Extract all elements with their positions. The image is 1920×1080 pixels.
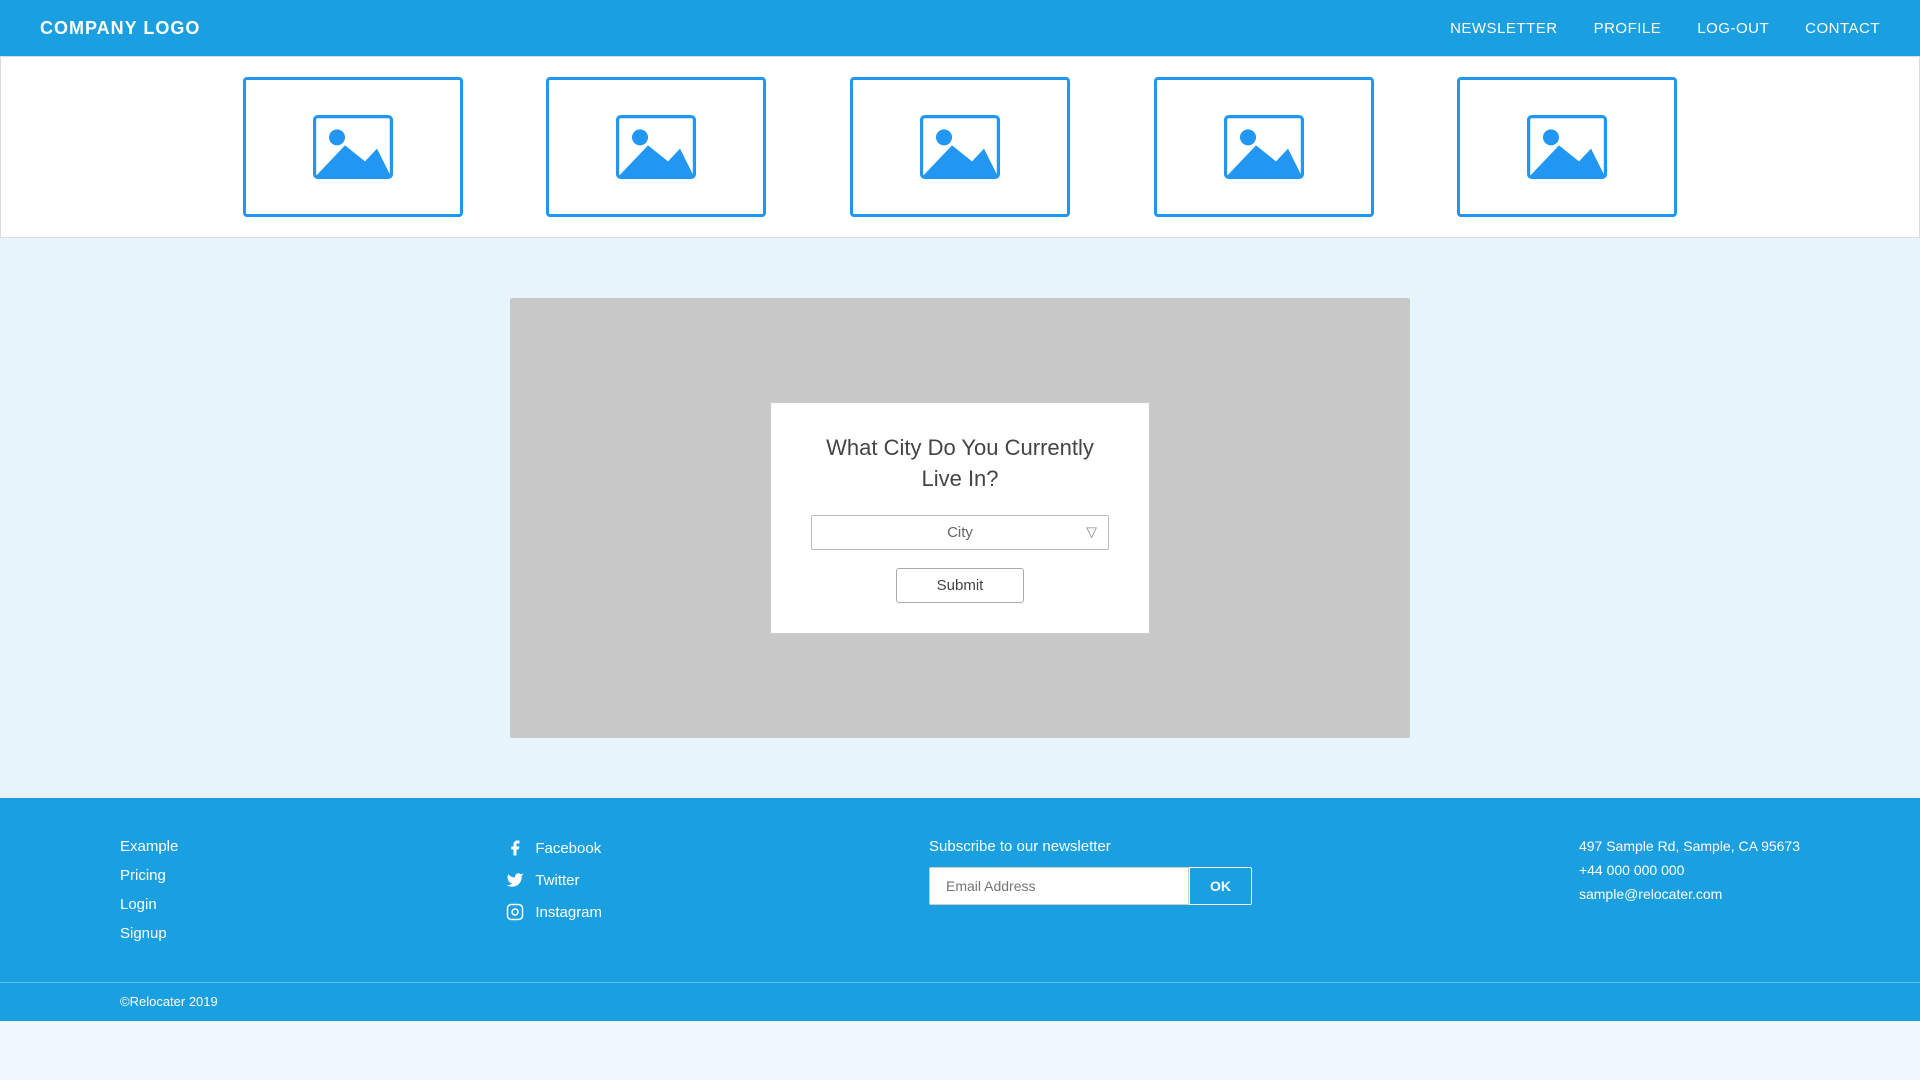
footer: Example Pricing Login Signup Facebook Tw… (0, 798, 1920, 1021)
newsletter-heading: Subscribe to our newsletter (929, 838, 1252, 855)
footer-link-signup[interactable]: Signup (120, 925, 178, 942)
footer-link-login[interactable]: Login (120, 896, 178, 913)
submit-button[interactable]: Submit (896, 568, 1025, 603)
nav-contact[interactable]: CONTACT (1805, 20, 1880, 37)
header: COMPANY LOGO NEWSLETTER PROFILE LOG-OUT … (0, 0, 1920, 56)
copyright: ©Relocater 2019 (120, 994, 218, 1009)
contact-info: 497 Sample Rd, Sample, CA 95673 +44 000 … (1579, 838, 1800, 902)
social-instagram[interactable]: Instagram (505, 902, 602, 922)
form-title: What City Do You Currently Live In? (811, 433, 1109, 495)
social-facebook[interactable]: Facebook (505, 838, 602, 858)
facebook-icon (505, 838, 525, 858)
instagram-label: Instagram (535, 904, 602, 921)
image-placeholder-1 (243, 77, 463, 217)
city-select-wrapper: City New York Los Angeles Chicago Housto… (811, 515, 1109, 550)
contact-address: 497 Sample Rd, Sample, CA 95673 (1579, 838, 1800, 854)
nav-newsletter[interactable]: NEWSLETTER (1450, 20, 1558, 37)
nav-logout[interactable]: LOG-OUT (1697, 20, 1769, 37)
footer-link-example[interactable]: Example (120, 838, 178, 855)
city-form-card: What City Do You Currently Live In? City… (770, 402, 1150, 634)
image-placeholder-5 (1457, 77, 1677, 217)
newsletter-form: OK (929, 867, 1252, 905)
main-content: What City Do You Currently Live In? City… (0, 238, 1920, 798)
image-placeholder-2 (546, 77, 766, 217)
twitter-icon (505, 870, 525, 890)
company-logo: COMPANY LOGO (40, 18, 200, 39)
image-placeholder-3 (850, 77, 1070, 217)
contact-email: sample@relocater.com (1579, 886, 1800, 902)
instagram-icon (505, 902, 525, 922)
footer-social: Facebook Twitter Instagram (505, 838, 602, 922)
main-nav: NEWSLETTER PROFILE LOG-OUT CONTACT (1450, 20, 1880, 37)
twitter-label: Twitter (535, 872, 579, 889)
contact-phone: +44 000 000 000 (1579, 862, 1800, 878)
footer-link-pricing[interactable]: Pricing (120, 867, 178, 884)
image-placeholder-4 (1154, 77, 1374, 217)
ok-button[interactable]: OK (1189, 867, 1252, 905)
nav-profile[interactable]: PROFILE (1594, 20, 1662, 37)
footer-content: Example Pricing Login Signup Facebook Tw… (0, 798, 1920, 982)
footer-bottom: ©Relocater 2019 (0, 982, 1920, 1021)
city-select[interactable]: City New York Los Angeles Chicago Housto… (811, 515, 1109, 550)
footer-links: Example Pricing Login Signup (120, 838, 178, 942)
card-container: What City Do You Currently Live In? City… (510, 298, 1410, 738)
email-input[interactable] (929, 867, 1189, 905)
facebook-label: Facebook (535, 840, 601, 857)
image-strip (0, 56, 1920, 238)
social-twitter[interactable]: Twitter (505, 870, 602, 890)
newsletter-section: Subscribe to our newsletter OK (929, 838, 1252, 905)
